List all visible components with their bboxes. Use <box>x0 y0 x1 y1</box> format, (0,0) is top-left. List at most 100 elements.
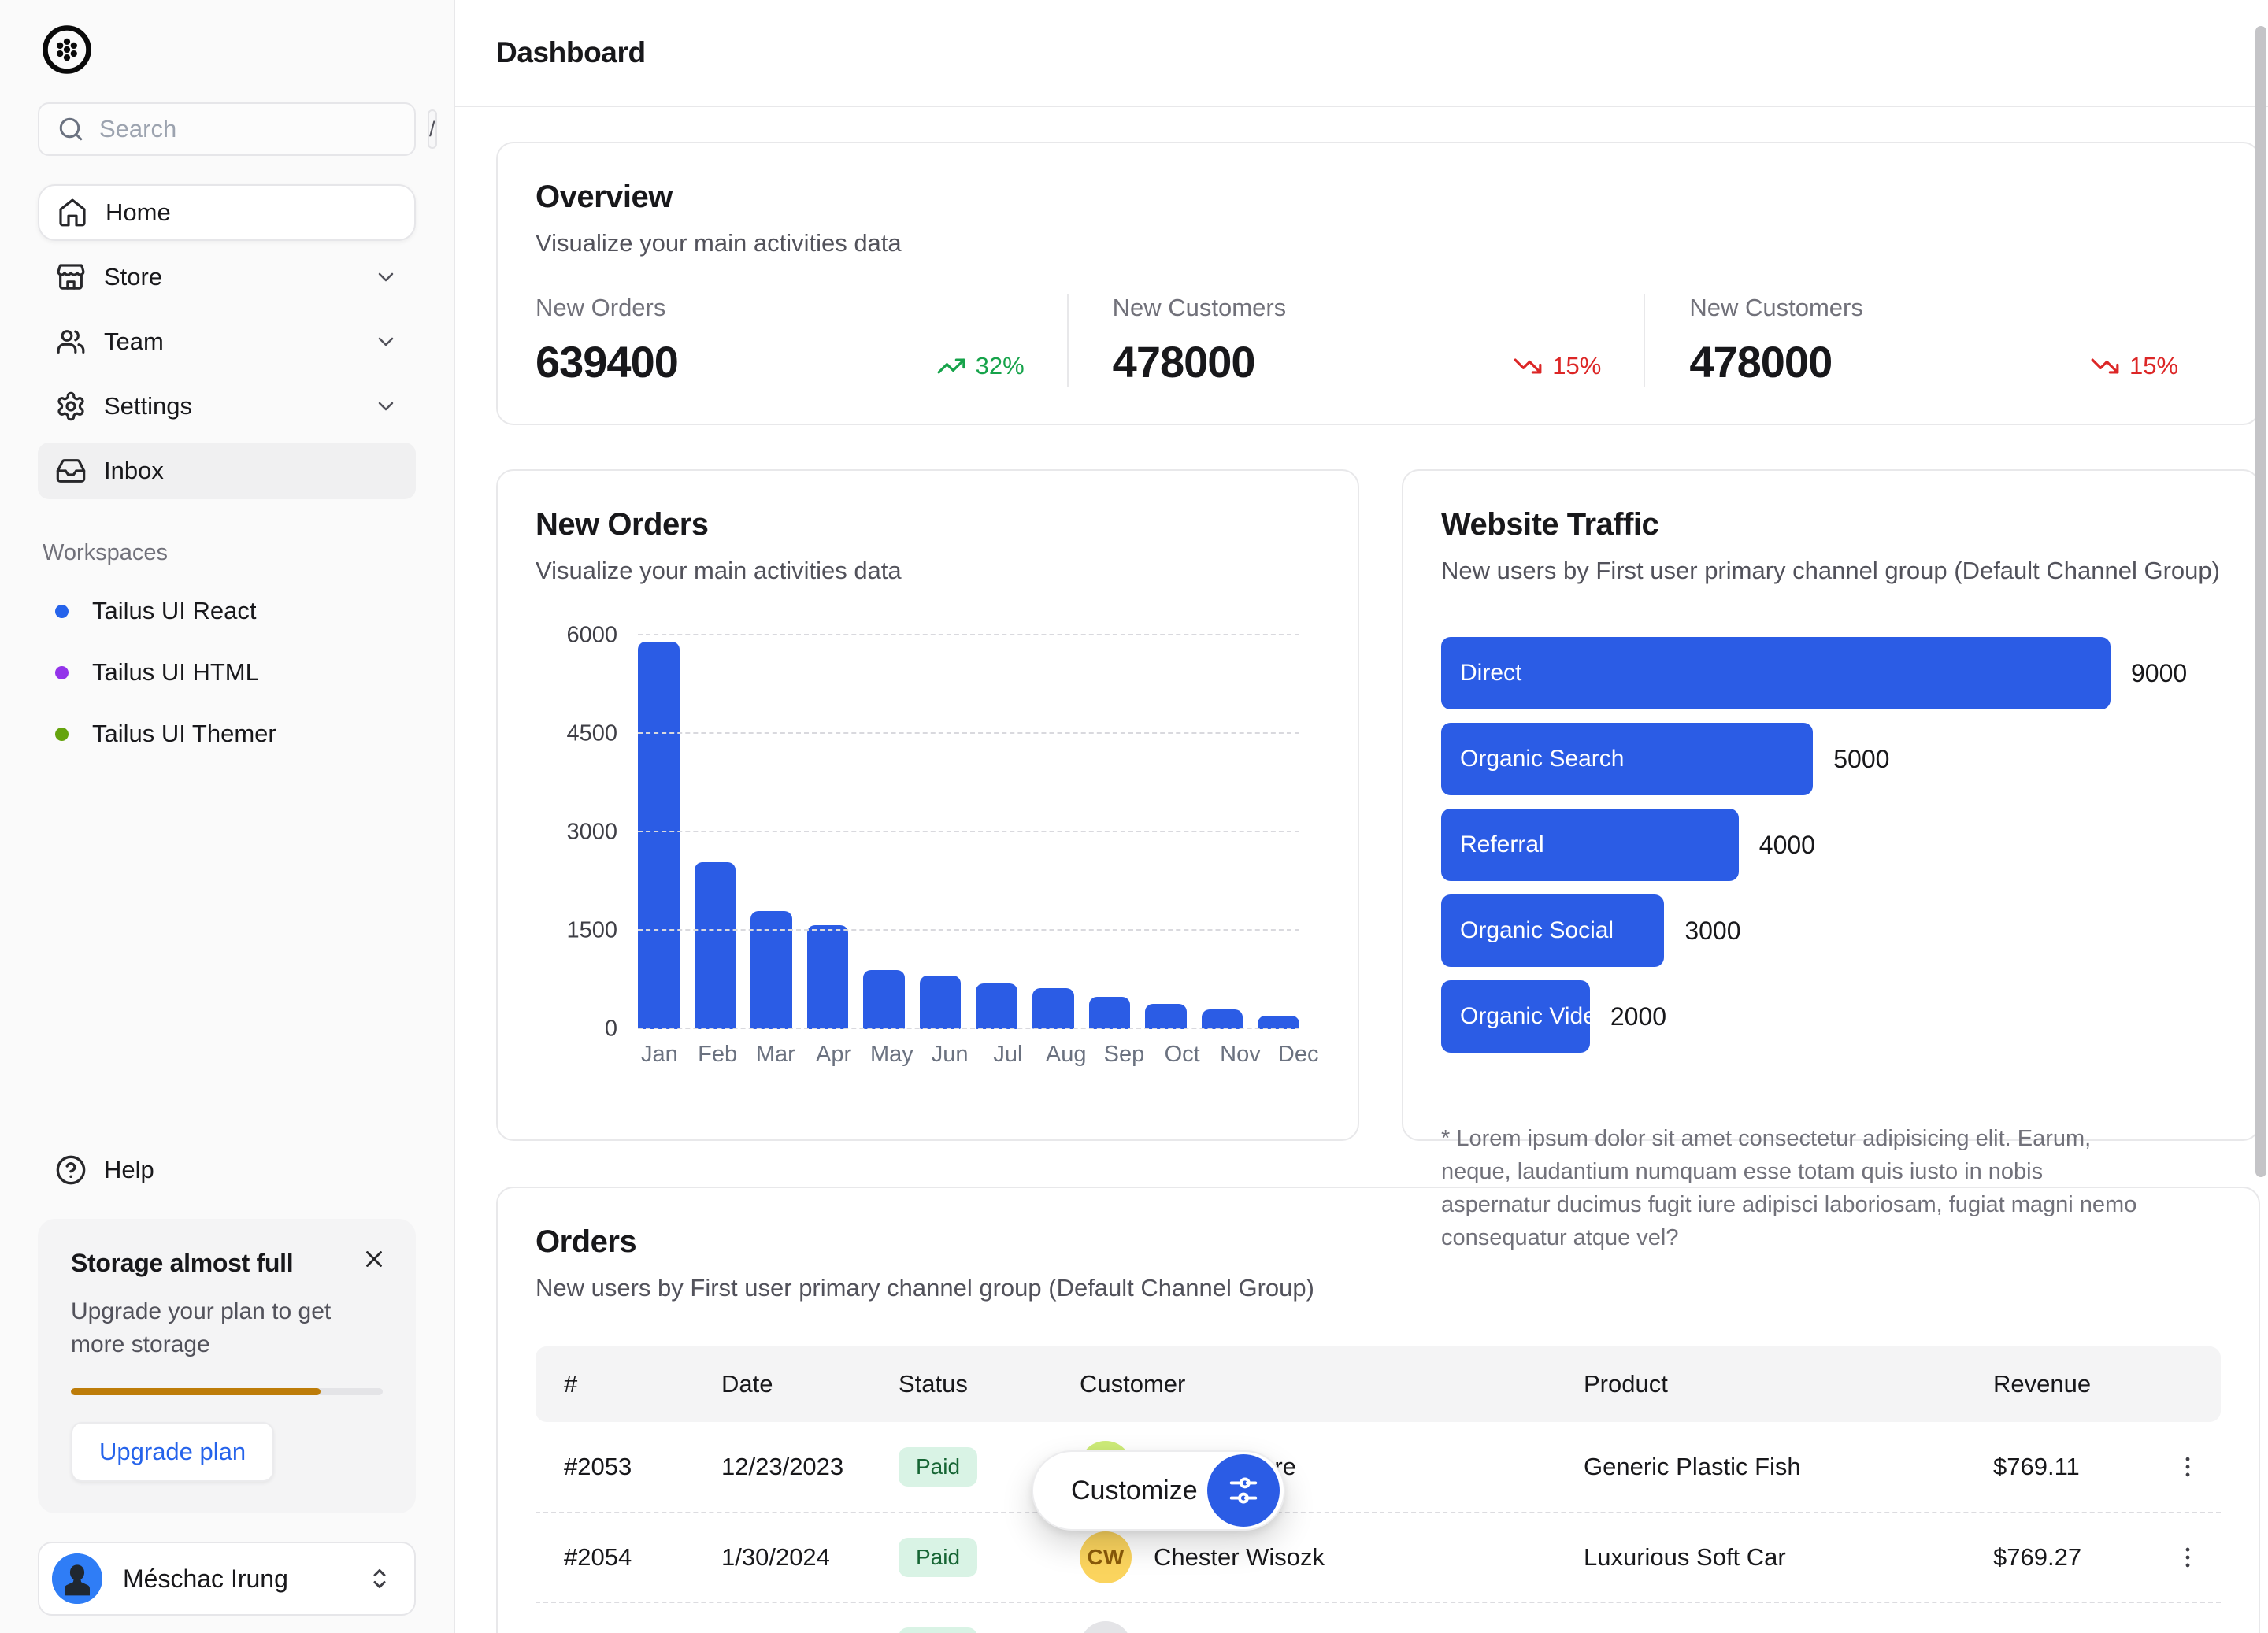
status-badge: Paid <box>899 1538 977 1577</box>
stat-value: 478000 <box>1113 336 1287 387</box>
chevrons-up-down-icon <box>365 1564 394 1593</box>
app-logo-icon[interactable] <box>41 24 93 76</box>
traffic-bar-label: Organic Video <box>1460 1003 1610 1030</box>
sidebar-item-inbox[interactable]: Inbox <box>38 443 416 499</box>
stat-text: New Customers478000 <box>1689 294 1863 387</box>
order-status-cell: Paid <box>899 1627 1080 1633</box>
stat-delta: 32% <box>936 351 1025 381</box>
traffic-bar: Organic Search <box>1441 723 1813 795</box>
bar-jun <box>920 976 962 1029</box>
help-label: Help <box>104 1156 154 1184</box>
storage-progress-bar <box>71 1388 383 1395</box>
order-date: 1/30/2024 <box>721 1543 899 1572</box>
column-header-revenue: Revenue <box>1993 1370 2174 1398</box>
trending-down-icon <box>1513 351 1543 381</box>
row-actions-menu-icon[interactable] <box>2174 1453 2237 1480</box>
bar-may <box>863 970 905 1029</box>
table-row: #205312/23/2023PaidCDCristina DareGeneri… <box>536 1422 2221 1512</box>
user-name: Méschac Irung <box>123 1564 288 1594</box>
search-box[interactable]: / <box>38 102 416 156</box>
gridline <box>638 634 1299 635</box>
traffic-bar-label: Direct <box>1460 660 1521 687</box>
customer-avatar: PK <box>1080 1621 1132 1633</box>
traffic-bar-value: 9000 <box>2131 659 2187 688</box>
stat-text: New Customers478000 <box>1113 294 1287 387</box>
sidebar-item-label: Settings <box>104 392 192 420</box>
order-id: #2053 <box>564 1453 721 1481</box>
y-tick-label: 4500 <box>566 721 617 747</box>
workspace-color-dot <box>55 728 69 741</box>
traffic-bar-label: Organic Search <box>1460 746 1624 772</box>
stat-new-orders: New Orders63940032% <box>536 294 1067 387</box>
orders-subtitle: New users by First user primary channel … <box>536 1274 2221 1302</box>
column-header-id: # <box>564 1370 721 1398</box>
x-axis-labels: JanFebMarAprMayJunJulAugSepOctNovDec <box>536 1042 1320 1068</box>
window-scrollbar[interactable] <box>2255 26 2266 1177</box>
x-tick-label: Aug <box>1044 1042 1088 1068</box>
x-tick-label: Oct <box>1161 1042 1204 1068</box>
trending-up-icon <box>936 351 966 381</box>
workspaces-list: Tailus UI ReactTailus UI HTMLTailus UI T… <box>38 580 416 765</box>
y-tick-label: 0 <box>605 1016 617 1042</box>
user-menu[interactable]: Méschac Irung <box>38 1542 416 1616</box>
website-traffic-subtitle: New users by First user primary channel … <box>1441 557 2221 585</box>
orders-table: #DateStatusCustomerProductRevenue #20531… <box>536 1346 2221 1633</box>
new-orders-chart-card: New Orders Visualize your main activitie… <box>496 469 1359 1141</box>
sidebar-item-team[interactable]: Team <box>38 313 416 370</box>
sidebar-item-label: Inbox <box>104 457 164 485</box>
sidebar-item-home[interactable]: Home <box>38 184 416 241</box>
customer-cell: PKPaulette Kovacek <box>1080 1621 1584 1633</box>
stat-delta-value: 15% <box>2129 352 2178 380</box>
x-tick-label: Sep <box>1102 1042 1146 1068</box>
x-tick-label: Dec <box>1277 1042 1320 1068</box>
workspace-item[interactable]: Tailus UI React <box>38 580 416 642</box>
storage-alert-title: Storage almost full <box>71 1249 383 1278</box>
traffic-row-organic-social: Organic Social3000 <box>1441 894 2221 967</box>
workspace-item[interactable]: Tailus UI HTML <box>38 642 416 703</box>
search-input[interactable] <box>99 115 413 143</box>
storage-alert-description: Upgrade your plan to get more storage <box>71 1295 351 1361</box>
horizontal-bar-chart: Direct9000Organic Search5000Referral4000… <box>1441 637 2221 1053</box>
sidebar-item-settings[interactable]: Settings <box>38 378 416 435</box>
customize-label: Customize <box>1033 1476 1198 1506</box>
x-tick-label: Apr <box>812 1042 855 1068</box>
sidebar-item-label: Home <box>106 198 171 227</box>
sidebar: / HomeStoreTeamSettingsInbox Workspaces … <box>0 0 455 1633</box>
workspace-color-dot <box>55 666 69 679</box>
x-tick-label: Mar <box>754 1042 798 1068</box>
chart-bars <box>638 635 1299 1029</box>
upgrade-plan-button[interactable]: Upgrade plan <box>71 1422 274 1482</box>
help-circle-icon <box>55 1154 87 1186</box>
close-icon[interactable] <box>361 1246 387 1272</box>
chevron-down-icon <box>373 265 398 290</box>
traffic-bar-value: 3000 <box>1684 916 1740 946</box>
order-product: Generic Plastic Fish <box>1584 1453 1993 1481</box>
bar-chart: 01500300045006000 <box>536 635 1320 1029</box>
bar-sep <box>1089 997 1131 1029</box>
sidebar-item-store[interactable]: Store <box>38 249 416 305</box>
bar-nov <box>1202 1009 1243 1029</box>
storage-alert-card: Storage almost full Upgrade your plan to… <box>38 1219 416 1513</box>
traffic-bar: Direct <box>1441 637 2110 709</box>
y-tick-label: 3000 <box>566 820 617 846</box>
stat-new-customers: New Customers47800015% <box>1067 294 1644 387</box>
sidebar-item-help[interactable]: Help <box>38 1145 416 1195</box>
customize-button[interactable]: Customize <box>1032 1450 1285 1531</box>
website-traffic-title: Website Traffic <box>1441 507 2221 542</box>
overview-card: Overview Visualize your main activities … <box>496 142 2260 425</box>
page-title: Dashboard <box>496 36 646 69</box>
table-header-row: #DateStatusCustomerProductRevenue <box>536 1346 2221 1422</box>
new-orders-chart-title: New Orders <box>536 507 1320 542</box>
traffic-bar-value: 4000 <box>1759 831 1815 860</box>
workspace-item[interactable]: Tailus UI Themer <box>38 703 416 765</box>
home-icon <box>57 197 88 228</box>
gridline <box>638 1028 1299 1029</box>
order-product: Luxurious Soft Car <box>1584 1543 1993 1572</box>
customer-cell: CWChester Wisozk <box>1080 1531 1584 1583</box>
status-badge: Paid <box>899 1627 977 1633</box>
users-icon <box>55 326 87 357</box>
row-actions-menu-icon[interactable] <box>2174 1544 2237 1571</box>
traffic-row-direct: Direct 9000 <box>1441 637 2221 709</box>
column-header-customer: Customer <box>1080 1370 1584 1398</box>
traffic-bar-label: Referral <box>1460 831 1544 858</box>
